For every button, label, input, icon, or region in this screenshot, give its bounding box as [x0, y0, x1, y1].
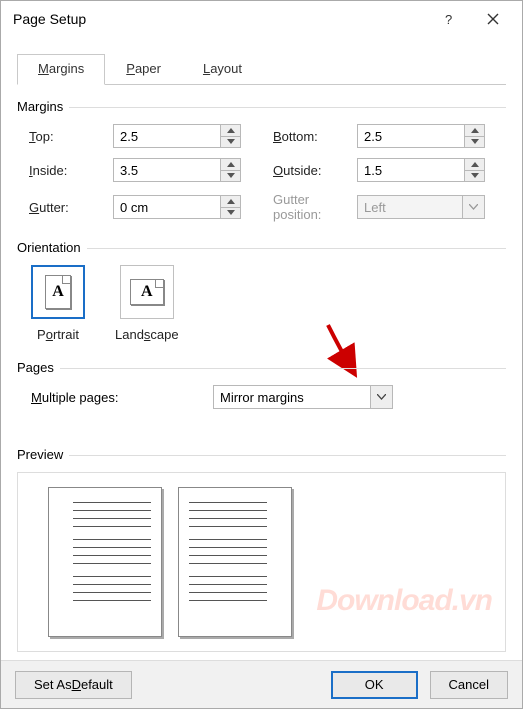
label-inside: IInside:nside:: [29, 163, 109, 178]
dialog-body: Margins Paper Layout Margins Top: Bottom…: [1, 37, 522, 698]
dialog-title: Page Setup: [13, 11, 430, 27]
titlebar: Page Setup ?: [1, 1, 522, 37]
tab-layout[interactable]: Layout: [182, 54, 263, 85]
spin-up-icon[interactable]: [221, 158, 241, 170]
spinner-bottom[interactable]: [357, 124, 485, 148]
spin-down-icon[interactable]: [221, 207, 241, 220]
input-bottom[interactable]: [357, 124, 465, 148]
orientation-landscape-label: Landscape: [115, 327, 179, 342]
orientation-portrait[interactable]: A: [31, 265, 85, 319]
label-multiple-pages: Multiple pages:: [31, 390, 201, 405]
spin-down-icon[interactable]: [465, 136, 485, 149]
label-bottom: Bottom:: [273, 129, 353, 144]
section-orientation-label: Orientation: [17, 240, 87, 255]
spin-up-icon[interactable]: [465, 158, 485, 170]
spin-down-icon[interactable]: [465, 170, 485, 183]
spin-down-icon[interactable]: [221, 136, 241, 149]
spinner-gutter[interactable]: [113, 195, 241, 219]
orientation-group: A Portrait A Landscape: [17, 265, 506, 342]
section-pages-label: Pages: [17, 360, 60, 375]
input-gutter[interactable]: [113, 195, 221, 219]
dropdown-multiple-pages[interactable]: Mirror margins: [213, 385, 393, 409]
preview-area: [17, 472, 506, 652]
help-button[interactable]: ?: [430, 4, 472, 34]
spin-up-icon[interactable]: [465, 124, 485, 136]
cancel-button[interactable]: Cancel: [430, 671, 508, 699]
ok-button[interactable]: OK: [331, 671, 418, 699]
orientation-portrait-label: Portrait: [37, 327, 79, 342]
set-as-default-button[interactable]: Set As Default: [15, 671, 132, 699]
dropdown-gutter-position: Left: [357, 195, 485, 219]
spinner-outside[interactable]: [357, 158, 485, 182]
close-button[interactable]: [472, 4, 514, 34]
input-outside[interactable]: [357, 158, 465, 182]
spin-down-icon[interactable]: [221, 170, 241, 183]
gutter-position-value: Left: [357, 195, 463, 219]
tab-paper[interactable]: Paper: [105, 54, 182, 85]
label-outside: Outside:: [273, 163, 353, 178]
spinner-inside[interactable]: [113, 158, 241, 182]
orientation-landscape[interactable]: A: [120, 265, 174, 319]
tab-margins[interactable]: Margins: [17, 54, 105, 85]
label-gutter: Gutter:: [29, 200, 109, 215]
svg-text:?: ?: [445, 12, 452, 27]
chevron-down-icon: [463, 195, 485, 219]
dialog-footer: Set As Default OK Cancel: [1, 660, 522, 708]
tab-strip: Margins Paper Layout: [17, 53, 506, 85]
preview-page-left: [48, 487, 162, 637]
section-margins-label: Margins: [17, 99, 69, 114]
page-icon: A: [45, 275, 71, 309]
multiple-pages-value: Mirror margins: [213, 385, 371, 409]
label-top: Top:: [29, 129, 109, 144]
preview-page-right: [178, 487, 292, 637]
page-setup-dialog: Page Setup ? Margins Paper Layout Margin…: [0, 0, 523, 709]
input-inside[interactable]: [113, 158, 221, 182]
page-icon: A: [130, 279, 164, 305]
label-gutter-position: Gutter position:: [273, 192, 353, 222]
input-top[interactable]: [113, 124, 221, 148]
spinner-top[interactable]: [113, 124, 241, 148]
margins-grid: Top: Bottom: IInside:nside: Outside: Gut…: [17, 124, 506, 222]
section-preview-label: Preview: [17, 447, 69, 462]
spin-up-icon[interactable]: [221, 195, 241, 207]
spin-up-icon[interactable]: [221, 124, 241, 136]
chevron-down-icon[interactable]: [371, 385, 393, 409]
